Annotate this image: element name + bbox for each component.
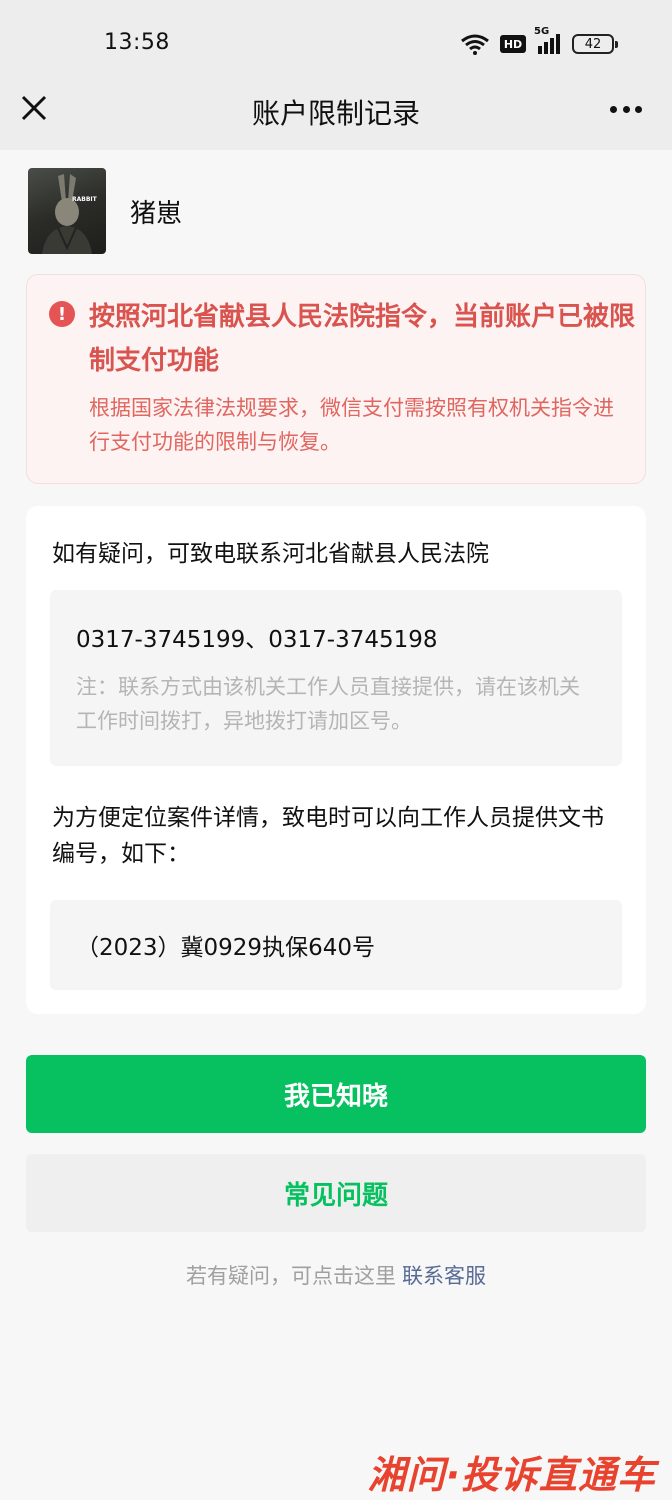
phone-numbers[interactable]: 0317-3745199、0317-3745198 <box>76 620 438 654</box>
phone-box: 0317-3745199、0317-3745198 注：联系方式由该机关工作人员… <box>50 590 622 766</box>
document-prompt: 为方便定位案件详情，致电时可以向工作人员提供文书编号，如下： <box>52 805 604 867</box>
signal-group: 5G <box>534 26 562 54</box>
watermark: 湘问·投诉直通车 <box>367 1453 656 1497</box>
status-icons: HD 5G 42 <box>460 26 618 58</box>
alert-title: 按照河北省献县人民法院指令，当前账户已被限制支付功能 <box>89 302 636 376</box>
status-bar: 13:58 HD 5G 42 <box>0 0 672 78</box>
footer-text: 若有疑问，可点击这里 <box>186 1264 396 1288</box>
restriction-alert-card: ! 按照河北省献县人民法院指令，当前账户已被限制支付功能 根据国家法律法规要求，… <box>26 274 646 484</box>
battery-level: 42 <box>584 36 602 52</box>
warning-icon: ! <box>49 301 75 327</box>
account-row: RABBIT 猪崽 <box>28 168 182 254</box>
avatar: RABBIT <box>28 168 106 254</box>
alert-description: 根据国家法律法规要求，微信支付需按照有权机关指令进行支付功能的限制与恢复。 <box>89 396 614 454</box>
footer-help: 若有疑问，可点击这里 联系客服 <box>0 1260 672 1290</box>
acknowledge-button[interactable]: 我已知晓 <box>26 1055 646 1133</box>
wifi-icon <box>461 34 489 55</box>
avatar-text: RABBIT <box>72 196 97 203</box>
signal-icon <box>538 34 560 54</box>
contact-intro: 如有疑问，可致电联系河北省献县人民法院 <box>52 541 489 567</box>
document-box: （2023）冀0929执保640号 <box>50 900 622 990</box>
phone-note: 注：联系方式由该机关工作人员直接提供，请在该机关工作时间拨打，异地拨打请加区号。 <box>76 675 580 733</box>
network-type-label: 5G <box>534 26 550 37</box>
status-time: 13:58 <box>104 30 170 55</box>
nav-bar: 账户限制记录 <box>0 78 672 150</box>
hd-icon: HD <box>500 35 526 53</box>
more-icon[interactable] <box>610 106 642 114</box>
document-number: （2023）冀0929执保640号 <box>76 935 375 961</box>
page-title: 账户限制记录 <box>251 97 420 130</box>
faq-button[interactable]: 常见问题 <box>26 1154 646 1232</box>
contact-support-link[interactable]: 联系客服 <box>402 1264 486 1288</box>
avatar-rabbit-image <box>42 174 92 254</box>
account-name: 猪崽 <box>130 198 183 229</box>
contact-info-card: 如有疑问，可致电联系河北省献县人民法院 0317-3745199、0317-37… <box>26 506 646 1014</box>
battery-icon: 42 <box>572 34 618 54</box>
